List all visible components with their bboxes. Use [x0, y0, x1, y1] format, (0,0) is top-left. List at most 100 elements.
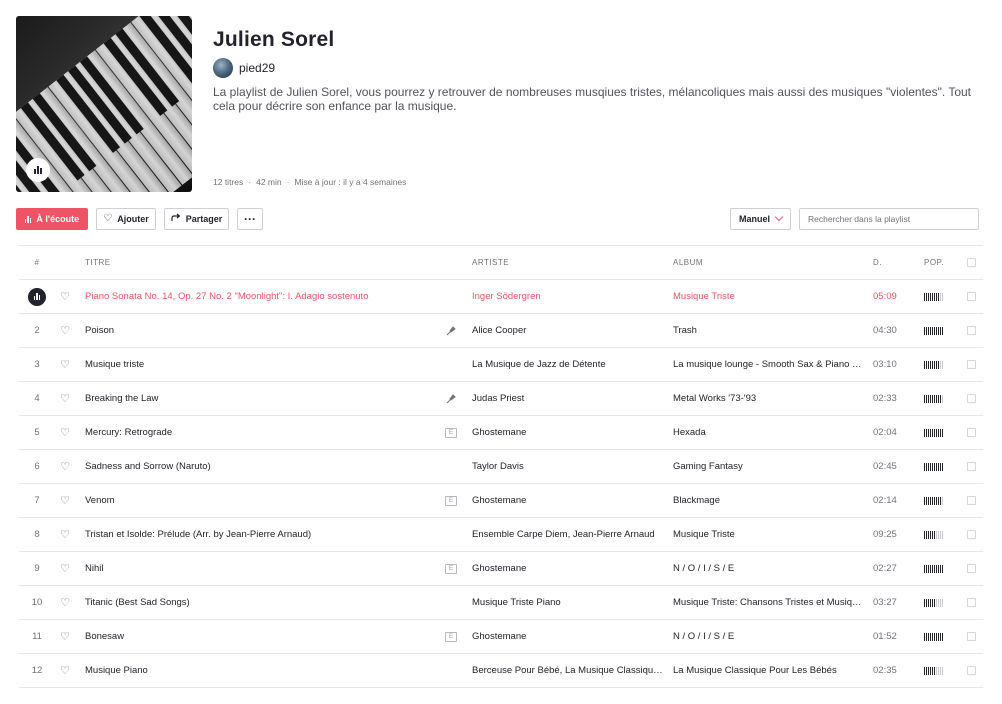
track-title[interactable]: Mercury: Retrograde: [85, 416, 435, 449]
track-checkbox[interactable]: [966, 416, 976, 449]
microphone-icon[interactable]: [443, 382, 459, 415]
track-album[interactable]: La musique lounge - Smooth Sax & Piano M…: [673, 348, 865, 381]
track-album[interactable]: Musique Triste: [673, 518, 865, 551]
table-row[interactable]: 6 ♡ Sadness and Sorrow (Naruto) Taylor Davi…: [19, 450, 983, 484]
select-all-checkbox[interactable]: [966, 246, 976, 279]
checkbox[interactable]: [966, 360, 976, 369]
author-name[interactable]: pied29: [239, 61, 275, 75]
track-number[interactable]: 2: [19, 314, 55, 347]
add-button[interactable]: ♡ Ajouter: [96, 208, 156, 230]
track-checkbox[interactable]: [966, 450, 976, 483]
checkbox[interactable]: [966, 258, 976, 267]
track-checkbox[interactable]: [966, 518, 976, 551]
track-title[interactable]: Venom: [85, 484, 435, 517]
table-row[interactable]: 2 ♡ Poison Alice Cooper Trash 04:30: [19, 314, 983, 348]
track-number[interactable]: 12: [19, 654, 55, 687]
heart-icon[interactable]: ♡: [57, 518, 73, 551]
track-number[interactable]: 3: [19, 348, 55, 381]
track-album[interactable]: Metal Works '73-'93: [673, 382, 865, 415]
track-artist[interactable]: Ghostemane: [472, 416, 664, 449]
track-checkbox[interactable]: [966, 654, 976, 687]
playlist-author[interactable]: pied29: [213, 58, 275, 78]
track-number[interactable]: 10: [19, 586, 55, 619]
checkbox[interactable]: [966, 428, 976, 437]
track-artist[interactable]: Alice Cooper: [472, 314, 664, 347]
checkbox[interactable]: [966, 530, 976, 539]
track-artist[interactable]: Berceuse Pour Bébé, La Musique Classique…: [472, 654, 664, 687]
heart-icon[interactable]: ♡: [57, 416, 73, 449]
column-album[interactable]: ALBUM: [673, 246, 865, 279]
checkbox[interactable]: [966, 394, 976, 403]
track-title[interactable]: Poison: [85, 314, 435, 347]
track-number[interactable]: 8: [19, 518, 55, 551]
track-checkbox[interactable]: [966, 382, 976, 415]
cover-play-button[interactable]: [26, 158, 50, 182]
track-checkbox[interactable]: [966, 484, 976, 517]
heart-icon[interactable]: ♡: [57, 586, 73, 619]
column-title[interactable]: TITRE: [85, 246, 435, 279]
track-title[interactable]: Nihil: [85, 552, 435, 585]
heart-icon[interactable]: ♡: [57, 620, 73, 653]
track-number[interactable]: 4: [19, 382, 55, 415]
table-row[interactable]: 4 ♡ Breaking the Law Judas Priest Metal Work…: [19, 382, 983, 416]
track-title[interactable]: Musique Piano: [85, 654, 435, 687]
track-artist[interactable]: Musique Triste Piano: [472, 586, 664, 619]
track-checkbox[interactable]: [966, 586, 976, 619]
playlist-search-input[interactable]: [799, 208, 979, 230]
track-title[interactable]: Bonesaw: [85, 620, 435, 653]
table-row[interactable]: ♡ Piano Sonata No. 14, Op. 27 No. 2 "Moon…: [19, 280, 983, 314]
track-artist[interactable]: Ensemble Carpe Diem, Jean-Pierre Arnaud: [472, 518, 664, 551]
track-title[interactable]: Sadness and Sorrow (Naruto): [85, 450, 435, 483]
heart-icon[interactable]: ♡: [57, 348, 73, 381]
checkbox[interactable]: [966, 326, 976, 335]
track-number[interactable]: 6: [19, 450, 55, 483]
track-artist[interactable]: Ghostemane: [472, 552, 664, 585]
track-album[interactable]: La Musique Classique Pour Les Bébés: [673, 654, 865, 687]
checkbox[interactable]: [966, 462, 976, 471]
track-title[interactable]: Piano Sonata No. 14, Op. 27 No. 2 "Moonl…: [85, 280, 435, 313]
sort-dropdown[interactable]: Manuel: [730, 208, 791, 230]
track-number[interactable]: 7: [19, 484, 55, 517]
track-artist[interactable]: Ghostemane: [472, 620, 664, 653]
track-title[interactable]: Musique triste: [85, 348, 435, 381]
track-title[interactable]: Tristan et Isolde: Prélude (Arr. by Jean…: [85, 518, 435, 551]
table-row[interactable]: 12 ♡ Musique Piano Berceuse Pour Bébé, La M…: [19, 654, 983, 688]
checkbox[interactable]: [966, 598, 976, 607]
heart-icon[interactable]: ♡: [57, 654, 73, 687]
track-checkbox[interactable]: [966, 314, 976, 347]
track-album[interactable]: Gaming Fantasy: [673, 450, 865, 483]
checkbox[interactable]: [966, 666, 976, 675]
table-row[interactable]: 5 ♡ Mercury: Retrograde E Ghostemane Hexada 02…: [19, 416, 983, 450]
track-album[interactable]: N / O / I / S / E: [673, 552, 865, 585]
track-number[interactable]: 5: [19, 416, 55, 449]
track-album[interactable]: N / O / I / S / E: [673, 620, 865, 653]
table-row[interactable]: 9 ♡ Nihil E Ghostemane N / O / I / S / E 02:27: [19, 552, 983, 586]
track-artist[interactable]: La Musique de Jazz de Détente: [472, 348, 664, 381]
track-number[interactable]: 9: [19, 552, 55, 585]
track-album[interactable]: Hexada: [673, 416, 865, 449]
more-options-button[interactable]: ···: [237, 208, 263, 230]
column-artist[interactable]: ARTISTE: [472, 246, 664, 279]
track-album[interactable]: Musique Triste: [673, 280, 865, 313]
equalizer-icon[interactable]: [28, 287, 46, 306]
track-title[interactable]: Titanic (Best Sad Songs): [85, 586, 435, 619]
table-row[interactable]: 3 ♡ Musique triste La Musique de Jazz de Dé…: [19, 348, 983, 382]
column-duration[interactable]: D.: [873, 246, 913, 279]
author-avatar[interactable]: [213, 58, 233, 78]
track-checkbox[interactable]: [966, 348, 976, 381]
track-checkbox[interactable]: [966, 280, 976, 313]
share-button[interactable]: Partager: [164, 208, 229, 230]
checkbox[interactable]: [966, 496, 976, 505]
microphone-icon[interactable]: [443, 314, 459, 347]
playlist-cover[interactable]: [16, 16, 192, 192]
track-title[interactable]: Breaking the Law: [85, 382, 435, 415]
track-artist[interactable]: Inger Södergren: [472, 280, 664, 313]
table-row[interactable]: 8 ♡ Tristan et Isolde: Prélude (Arr. by Je…: [19, 518, 983, 552]
table-row[interactable]: 7 ♡ Venom E Ghostemane Blackmage 02:14: [19, 484, 983, 518]
column-number[interactable]: #: [19, 246, 55, 279]
track-artist[interactable]: Ghostemane: [472, 484, 664, 517]
track-checkbox[interactable]: [966, 620, 976, 653]
heart-icon[interactable]: ♡: [57, 382, 73, 415]
column-popularity[interactable]: POP.: [924, 246, 948, 279]
track-number[interactable]: [19, 280, 55, 313]
